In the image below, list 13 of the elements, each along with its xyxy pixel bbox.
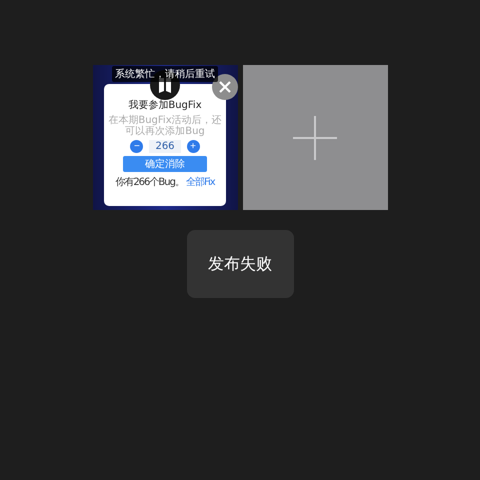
plus-button[interactable]: +: [186, 140, 200, 153]
fix-all-link[interactable]: 全部Fix: [186, 175, 215, 189]
confirm-button[interactable]: 确定消除: [123, 156, 207, 172]
count-field[interactable]: 266: [149, 140, 181, 153]
failure-toast: 发布失败: [186, 230, 294, 298]
minus-button[interactable]: −: [130, 140, 144, 153]
error-toast: 系统繁忙，请稍后重试: [112, 66, 218, 82]
dialog-subtitle: 在本期BugFix活动后，还可以再次添加Bug: [107, 115, 223, 137]
plus-icon: [293, 116, 337, 160]
bug-count-text: 你有266个Bug。: [115, 176, 184, 189]
close-icon: [219, 81, 231, 93]
screenshot-thumbnail[interactable]: 系统繁忙，请稍后重试 我要参加BugFix 在本期BugFix活动后，还可以再次添加Bug − 266 + 确定消除 你有266个Bug。 全部Fix: [92, 65, 238, 210]
dialog-title: 我要参加BugFix: [128, 98, 202, 112]
